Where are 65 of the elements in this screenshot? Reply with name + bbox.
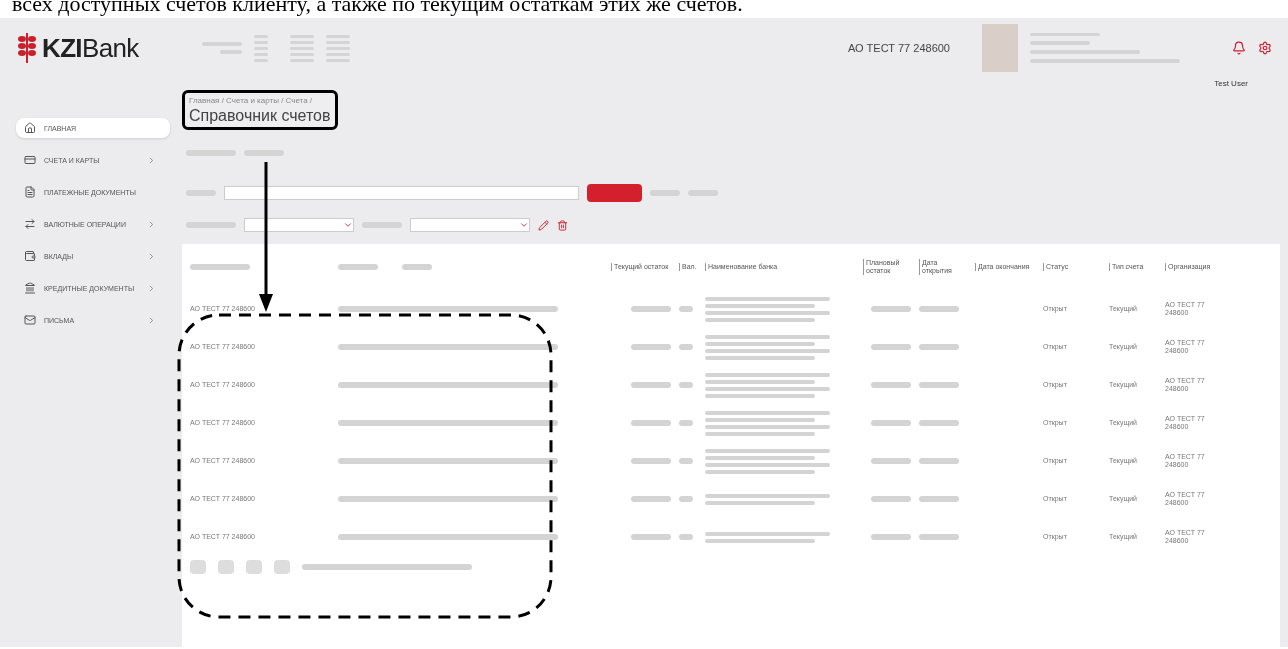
blurred-text — [679, 306, 693, 312]
blurred-text — [650, 190, 680, 196]
blurred-text — [679, 458, 693, 464]
chevron-down-icon — [343, 220, 353, 230]
blurred-text — [919, 306, 959, 312]
company-name: АО ТЕСТ 77 248600 — [847, 40, 950, 56]
pager-button[interactable] — [246, 560, 262, 574]
blurred-text — [871, 420, 911, 426]
blurred-text — [186, 150, 236, 156]
blurred-text — [919, 458, 959, 464]
user-name: Test User — [1214, 78, 1248, 90]
search-field[interactable] — [224, 186, 579, 200]
bank-logo: KZIBank — [42, 31, 139, 65]
blurred-text — [186, 190, 216, 196]
trash-icon[interactable] — [557, 219, 568, 231]
bell-icon[interactable] — [1232, 41, 1246, 55]
blurred-text — [871, 496, 911, 502]
photo-placeholder — [982, 24, 1018, 72]
chevron-icon — [147, 283, 156, 293]
blurred-text — [919, 496, 959, 502]
blurred-text — [631, 306, 671, 312]
pencil-icon[interactable] — [538, 219, 549, 231]
pager-button[interactable] — [274, 560, 290, 574]
blurred-text — [631, 458, 671, 464]
blurred-text — [871, 534, 911, 540]
pager-button[interactable] — [218, 560, 234, 574]
blurred-text — [679, 382, 693, 388]
blurred-text — [919, 420, 959, 426]
blurred-text — [244, 150, 284, 156]
page-title: Справочник счетов — [189, 107, 331, 125]
blurred-text — [190, 264, 250, 270]
blurred-text — [871, 458, 911, 464]
blurred-text — [919, 382, 959, 388]
blurred-text — [919, 534, 959, 540]
select-field[interactable] — [410, 218, 530, 232]
blurred-text — [186, 222, 236, 228]
blurred-text — [402, 264, 432, 270]
wheat-logo-icon — [16, 31, 38, 65]
caption-text: всех доступных счетов клиенту, а также по текущим остаткам этих же счетов. — [11, 0, 744, 18]
blurred-text — [679, 344, 693, 350]
chevron-icon — [147, 155, 156, 165]
blurred-text — [338, 264, 378, 270]
chevron-icon — [147, 315, 156, 325]
select-field[interactable] — [244, 218, 354, 232]
blurred-text — [631, 382, 671, 388]
chevron-icon — [147, 251, 156, 261]
blurred-text — [679, 420, 693, 426]
pager-button[interactable] — [190, 560, 206, 574]
blurred-text — [919, 344, 959, 350]
blurred-text — [631, 420, 671, 426]
blurred-text — [679, 534, 693, 540]
blurred-text — [679, 496, 693, 502]
chevron-icon — [147, 219, 156, 229]
blurred-text — [631, 344, 671, 350]
breadcrumb: Главная / Счета и карты / Счета / — [189, 95, 314, 107]
blurred-text — [871, 306, 911, 312]
chevron-down-icon — [519, 220, 529, 230]
blurred-text — [871, 344, 911, 350]
blurred-text — [871, 382, 911, 388]
search-button[interactable] — [587, 184, 642, 202]
blurred-text — [631, 534, 671, 540]
blurred-text — [688, 190, 718, 196]
blurred-text — [631, 496, 671, 502]
settings-icon[interactable] — [1258, 41, 1272, 55]
blurred-text — [362, 222, 402, 228]
